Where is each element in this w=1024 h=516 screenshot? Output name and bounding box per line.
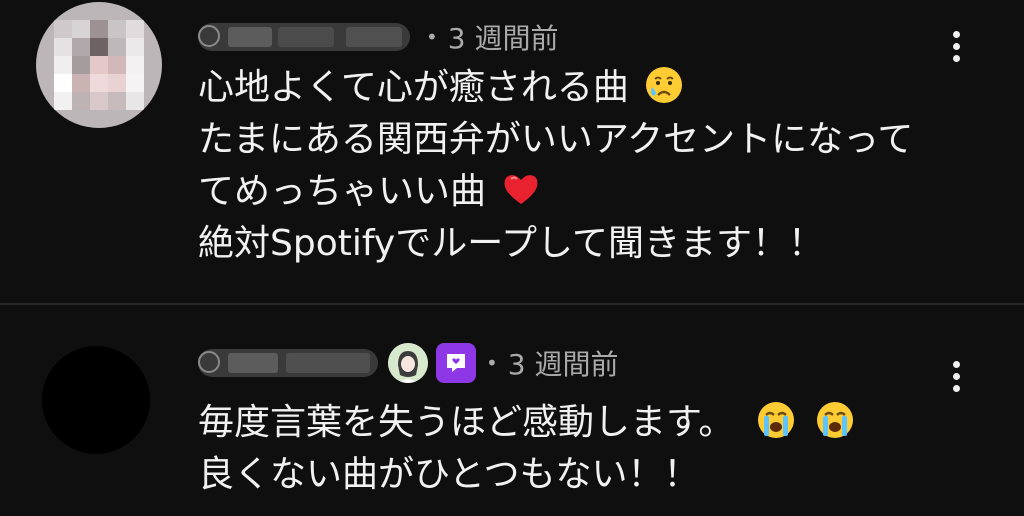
separator-dot: •: [486, 351, 498, 375]
comment-line: 心地よくて心が癒される曲: [198, 67, 629, 108]
more-options-icon[interactable]: [941, 351, 971, 401]
comment-line: 毎度言葉を失うほど感動します。: [198, 402, 735, 443]
comment-line: 良くない曲がひとつもない！！: [198, 454, 700, 495]
crying-face-icon: [646, 67, 683, 103]
comment-line: 絶対Spotifyでループして聞きます！！: [198, 223, 824, 264]
comment-text: 毎度言葉を失うほど感動します。 良くない曲がひとつもない！！: [198, 397, 855, 501]
red-heart-icon: [504, 175, 538, 204]
comment-header: • 3 週間前: [198, 343, 619, 383]
separator-dot: •: [426, 25, 438, 49]
comment-timestamp[interactable]: 3 週間前: [508, 343, 619, 383]
member-badge-icon: [436, 343, 476, 383]
more-options-icon[interactable]: [941, 21, 971, 71]
comment-timestamp[interactable]: 3 週間前: [448, 17, 559, 57]
comment-text: 心地よくて心が癒される曲 たまにある関西弁がいいアクセントになって てめっちゃい…: [198, 62, 913, 270]
avatar[interactable]: [42, 346, 150, 454]
comment-line: てめっちゃいい曲: [198, 171, 487, 212]
member-emoji-avatar: [388, 343, 428, 383]
comment-line: たまにある関西弁がいいアクセントになって: [198, 119, 914, 160]
comment-header: • 3 週間前: [198, 18, 559, 56]
comment-item: • 3 週間前 心地よくて心が癒される曲 たまにある関西弁がいいアクセントになっ…: [0, 0, 1024, 303]
blurred-username[interactable]: [198, 23, 410, 51]
avatar[interactable]: [36, 2, 162, 128]
blurred-username[interactable]: [198, 349, 378, 377]
loudly-crying-face-icon: [757, 402, 794, 438]
loudly-crying-face-icon: [817, 402, 854, 438]
